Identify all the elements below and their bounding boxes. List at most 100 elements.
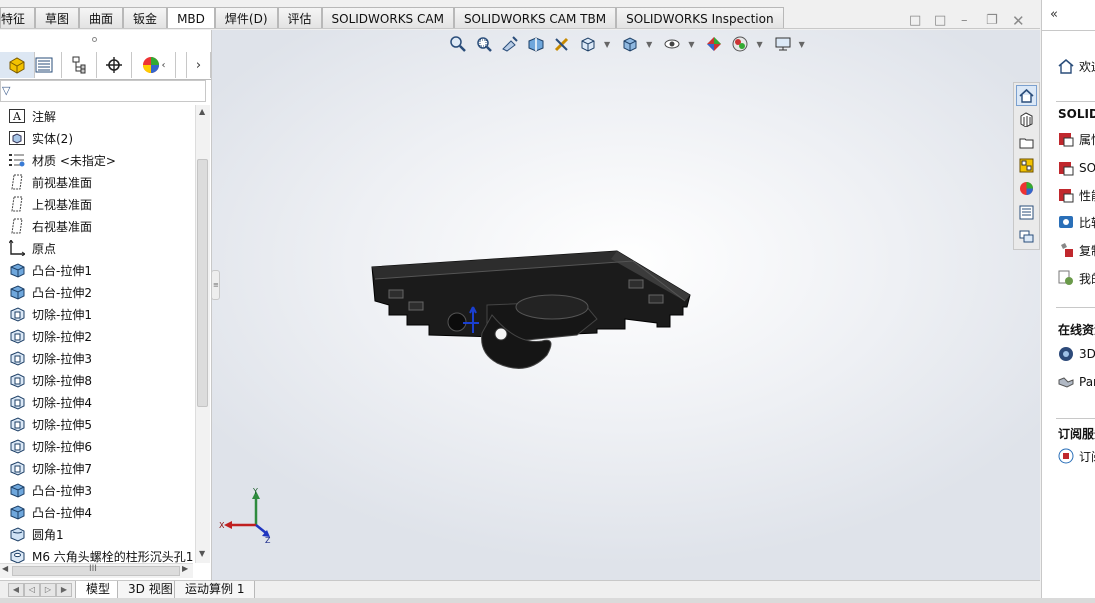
- task-pane-appearances-tab[interactable]: [1016, 178, 1037, 199]
- view-orientation-icon[interactable]: [578, 34, 598, 54]
- tab-surfaces[interactable]: 曲面: [79, 7, 124, 29]
- tab-navigation-buttons: ◀ ◁ ▷ ▶: [8, 583, 72, 597]
- part-model-3d[interactable]: [367, 245, 697, 375]
- tree-node-boss-extrude-1[interactable]: 凸台-拉伸1: [8, 259, 92, 281]
- tab-solidworks-cam-tbm[interactable]: SOLIDWORKS CAM TBM: [453, 7, 617, 29]
- tree-node-right-plane[interactable]: 右视基准面: [8, 215, 92, 237]
- tree-node-cut-extrude-8[interactable]: 切除-拉伸8: [8, 369, 92, 391]
- restore-icon[interactable]: ❐: [986, 14, 998, 28]
- view-settings-icon[interactable]: [773, 34, 793, 54]
- vertical-scroll-thumb[interactable]: [197, 159, 208, 407]
- configuration-manager-tab[interactable]: [62, 52, 97, 78]
- tab-mbd[interactable]: MBD: [167, 7, 215, 29]
- feature-tree-horizontal-scrollbar[interactable]: ◀ III ▶: [0, 563, 193, 578]
- tab-solidworks-inspection[interactable]: SOLIDWORKS Inspection: [616, 7, 784, 29]
- task-pane-item-subscription[interactable]: 订阅: [1057, 446, 1095, 466]
- boss-extrude-icon: [8, 482, 26, 498]
- scroll-right-icon[interactable]: ▶: [182, 564, 188, 573]
- tile-right-icon[interactable]: □: [934, 14, 946, 28]
- collapse-task-pane-icon[interactable]: «: [1050, 7, 1058, 22]
- dimxpert-manager-tab[interactable]: [97, 52, 132, 78]
- tab-features[interactable]: 特征: [0, 7, 36, 29]
- tab-weldments[interactable]: 焊件(D): [214, 7, 278, 29]
- tab-evaluate[interactable]: 评估: [277, 7, 322, 29]
- feature-tree-filter[interactable]: ▽: [0, 80, 206, 102]
- section-view-icon[interactable]: [526, 34, 546, 54]
- task-pane-item-copy[interactable]: 复制: [1057, 240, 1095, 260]
- view-orientation-dropdown-icon[interactable]: ▼: [604, 40, 610, 49]
- tree-node-cut-extrude-6[interactable]: 切除-拉伸6: [8, 435, 92, 457]
- task-pane-resources-tab[interactable]: [1016, 109, 1037, 130]
- edit-appearance-icon[interactable]: [704, 34, 724, 54]
- tab-motion-study-1[interactable]: 运动算例 1: [174, 581, 256, 599]
- tile-left-icon[interactable]: □: [909, 14, 921, 28]
- tree-node-fillet-1[interactable]: 圆角1: [8, 523, 64, 545]
- first-tab-icon[interactable]: ◀: [8, 583, 24, 597]
- display-style-dropdown-icon[interactable]: ▼: [646, 40, 652, 49]
- dynamic-annotation-icon[interactable]: [552, 34, 572, 54]
- tree-node-hole-wizard-1[interactable]: M6 六角头螺栓的柱形沉头孔1: [8, 545, 193, 563]
- previous-view-icon[interactable]: [500, 34, 520, 54]
- close-icon[interactable]: ✕: [1012, 14, 1025, 29]
- tree-node-cut-extrude-7[interactable]: 切除-拉伸7: [8, 457, 92, 479]
- task-pane-forum-tab[interactable]: [1016, 226, 1037, 247]
- hide-show-items-icon[interactable]: [662, 34, 682, 54]
- tree-node-front-plane[interactable]: 前视基准面: [8, 171, 92, 193]
- tab-solidworks-cam[interactable]: SOLIDWORKS CAM: [321, 7, 454, 29]
- graphics-area[interactable]: ▼ ▼ ▼ ▼ ▼ Y X Z: [212, 30, 1040, 580]
- plane-icon: [8, 218, 26, 234]
- hide-show-dropdown-icon[interactable]: ▼: [688, 40, 694, 49]
- horizontal-scroll-thumb[interactable]: III: [12, 564, 180, 576]
- task-pane-item-partner[interactable]: Partner: [1057, 372, 1095, 392]
- scroll-left-icon[interactable]: ◀: [2, 564, 8, 573]
- display-manager-tab[interactable]: ‹: [132, 52, 176, 78]
- tree-node-origin[interactable]: 原点: [8, 237, 56, 259]
- tree-node-cut-extrude-4[interactable]: 切除-拉伸4: [8, 391, 92, 413]
- scroll-down-icon[interactable]: ▼: [199, 549, 205, 558]
- tab-sheet-metal[interactable]: 钣金: [123, 7, 168, 29]
- task-pane-tabs: [1013, 82, 1040, 250]
- tree-node-cut-extrude-1[interactable]: 切除-拉伸1: [8, 303, 92, 325]
- property-manager-tab[interactable]: [27, 52, 62, 78]
- zoom-to-fit-icon[interactable]: [448, 34, 468, 54]
- task-pane-home-tab[interactable]: [1016, 85, 1037, 106]
- tree-node-solid-bodies[interactable]: 实体(2): [8, 127, 73, 149]
- tree-node-cut-extrude-2[interactable]: 切除-拉伸2: [8, 325, 92, 347]
- feature-tree-vertical-scrollbar[interactable]: ▲ ▼: [195, 105, 210, 563]
- apply-scene-dropdown-icon[interactable]: ▼: [756, 40, 762, 49]
- tree-node-annotations[interactable]: A 注解: [8, 105, 56, 127]
- previous-tab-icon[interactable]: ◁: [24, 583, 40, 597]
- tree-node-cut-extrude-3[interactable]: 切除-拉伸3: [8, 347, 92, 369]
- next-tab-icon[interactable]: ▷: [40, 583, 56, 597]
- zoom-to-area-icon[interactable]: [474, 34, 494, 54]
- task-pane-item-solidworks[interactable]: SOLIDWORKS: [1057, 158, 1095, 178]
- display-style-icon[interactable]: [620, 34, 640, 54]
- task-pane-custom-properties-tab[interactable]: [1016, 202, 1037, 223]
- task-pane-file-explorer-tab[interactable]: [1016, 132, 1037, 153]
- tree-node-cut-extrude-5[interactable]: 切除-拉伸5: [8, 413, 92, 435]
- tree-node-material[interactable]: 材质 <未指定>: [8, 149, 116, 171]
- task-pane-item-3d-content[interactable]: 3D: [1057, 344, 1095, 364]
- tab-model[interactable]: 模型: [75, 581, 122, 599]
- task-pane-welcome-item[interactable]: 欢迎: [1057, 56, 1095, 76]
- minimize-icon[interactable]: –: [961, 14, 968, 28]
- task-pane-item-compare[interactable]: 比较: [1057, 212, 1095, 232]
- tree-node-top-plane[interactable]: 上视基准面: [8, 193, 92, 215]
- pane-grip-icon[interactable]: [92, 37, 97, 42]
- tab-scroll-left-icon[interactable]: ‹: [162, 60, 166, 71]
- bottom-tab-bar: ◀ ◁ ▷ ▶ 模型 3D 视图 运动算例 1: [0, 580, 1040, 599]
- apply-scene-icon[interactable]: [730, 34, 750, 54]
- tab-sketch[interactable]: 草图: [35, 7, 80, 29]
- scroll-up-icon[interactable]: ▲: [199, 107, 205, 116]
- tab-scroll-right-button[interactable]: ›: [186, 52, 211, 78]
- task-pane-item-properties[interactable]: 属性: [1057, 129, 1095, 149]
- last-tab-icon[interactable]: ▶: [56, 583, 72, 597]
- tree-node-boss-extrude-4[interactable]: 凸台-拉伸4: [8, 501, 92, 523]
- pane-splitter-handle[interactable]: ≡: [211, 270, 220, 300]
- task-pane-item-my-products[interactable]: 我的: [1057, 268, 1095, 288]
- task-pane-item-performance[interactable]: 性能: [1057, 185, 1095, 205]
- tree-node-boss-extrude-2[interactable]: 凸台-拉伸2: [8, 281, 92, 303]
- view-settings-dropdown-icon[interactable]: ▼: [799, 40, 805, 49]
- task-pane-view-palette-tab[interactable]: [1016, 155, 1037, 176]
- tree-node-boss-extrude-3[interactable]: 凸台-拉伸3: [8, 479, 92, 501]
